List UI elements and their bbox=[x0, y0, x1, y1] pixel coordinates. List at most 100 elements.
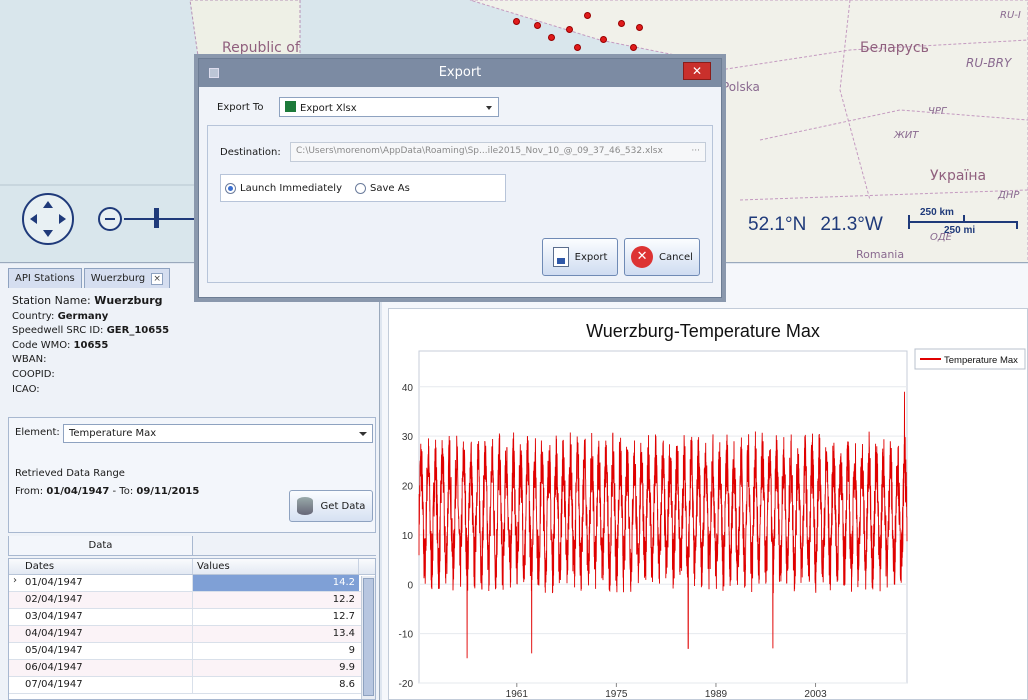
destination-field[interactable]: C:\Users\morenom\AppData\Roaming\Sp...il… bbox=[290, 142, 706, 162]
cell-value[interactable]: 14.2 bbox=[193, 575, 359, 591]
cell-date[interactable]: 03/04/1947 bbox=[21, 609, 193, 625]
browse-button[interactable]: ··· bbox=[691, 146, 700, 156]
export-format-dropdown[interactable]: Export Xlsx bbox=[279, 97, 499, 117]
chart-area: Wuerzburg-Temperature Max -20 -10 0 10 20 30 40… bbox=[388, 308, 1028, 700]
column-header-dates[interactable]: Dates bbox=[21, 559, 193, 574]
station-pin[interactable] bbox=[534, 22, 541, 29]
cell-date[interactable]: 07/04/1947 bbox=[21, 677, 193, 693]
get-data-button[interactable]: Get Data bbox=[289, 490, 373, 522]
station-pin[interactable] bbox=[618, 20, 625, 27]
src-id-value: GER_10655 bbox=[106, 325, 170, 337]
map-label-zhit: ЖИТ bbox=[894, 130, 919, 141]
chevron-down-icon[interactable] bbox=[486, 106, 492, 113]
station-pin[interactable] bbox=[584, 12, 591, 19]
y-tick-label: -10 bbox=[399, 630, 414, 641]
chart-panel: Data Wuerzburg-Temperature Max-20-100102… bbox=[382, 264, 1028, 700]
radio-save-as[interactable]: Save As bbox=[355, 183, 410, 194]
range-from: 01/04/1947 bbox=[46, 486, 110, 497]
table-row[interactable]: › 01/04/1947 14.2 bbox=[9, 575, 375, 592]
table-row[interactable]: 04/04/1947 13.4 bbox=[9, 626, 375, 643]
pan-down-icon[interactable] bbox=[43, 230, 53, 237]
scale-km-label: 250 km bbox=[920, 207, 954, 218]
zoom-out-button[interactable] bbox=[98, 207, 122, 231]
excel-icon bbox=[285, 101, 296, 112]
table-row[interactable]: 03/04/1947 12.7 bbox=[9, 609, 375, 626]
cell-value[interactable]: 9.9 bbox=[193, 660, 359, 676]
range-title: Retrieved Data Range bbox=[15, 468, 125, 479]
zoom-slider-thumb[interactable] bbox=[154, 208, 159, 228]
element-dropdown-value: Temperature Max bbox=[69, 428, 157, 439]
radio-unchecked-icon bbox=[355, 183, 366, 194]
zoom-slider-track[interactable] bbox=[124, 218, 204, 220]
element-dropdown[interactable]: Temperature Max bbox=[63, 424, 373, 443]
map-label-dnr: ДНР bbox=[998, 190, 1020, 201]
cell-date[interactable]: 06/04/1947 bbox=[21, 660, 193, 676]
station-pin[interactable] bbox=[600, 36, 607, 43]
destination-path: C:\Users\morenom\AppData\Roaming\Sp...il… bbox=[296, 146, 663, 156]
station-name-label: Station Name: bbox=[12, 294, 91, 307]
table-row[interactable]: 02/04/1947 12.2 bbox=[9, 592, 375, 609]
station-pin[interactable] bbox=[636, 24, 643, 31]
y-tick-label: 30 bbox=[402, 432, 414, 443]
range-to-label: - To: bbox=[112, 486, 134, 497]
coopid-label: COOPID: bbox=[12, 368, 55, 380]
row-indicator bbox=[9, 660, 21, 676]
coordinates-readout: 52.1°N 21.3°W bbox=[748, 214, 883, 236]
pan-left-icon[interactable] bbox=[30, 214, 37, 224]
export-format-value: Export Xlsx bbox=[300, 103, 357, 114]
scrollbar-thumb[interactable] bbox=[363, 578, 374, 696]
row-indicator bbox=[9, 626, 21, 642]
station-pin[interactable] bbox=[548, 34, 555, 41]
table-row[interactable]: 06/04/1947 9.9 bbox=[9, 660, 375, 677]
station-panel: API Stations Wuerzburg × Station Name: Wu… bbox=[0, 264, 380, 700]
cancel-icon: ✕ bbox=[631, 246, 654, 268]
data-grid[interactable]: Dates Values › 01/04/1947 14.2 02/04/1947 12… bbox=[8, 558, 376, 700]
map-label-ru-i: RU-I bbox=[1000, 10, 1021, 21]
cell-value[interactable]: 12.2 bbox=[193, 592, 359, 608]
export-button[interactable]: Export bbox=[542, 238, 618, 276]
chevron-down-icon[interactable] bbox=[359, 432, 367, 440]
tab-wuerzburg-label: Wuerzburg bbox=[90, 273, 146, 284]
station-pin[interactable] bbox=[574, 44, 581, 51]
row-indicator bbox=[9, 677, 21, 693]
column-header-values[interactable]: Values bbox=[193, 559, 359, 574]
close-tab-icon[interactable]: × bbox=[151, 272, 164, 285]
map-pan-control[interactable] bbox=[22, 193, 74, 245]
cell-date[interactable]: 01/04/1947 bbox=[21, 575, 193, 591]
y-tick-label: 10 bbox=[402, 531, 414, 542]
station-pin[interactable] bbox=[566, 26, 573, 33]
table-row[interactable]: 05/04/1947 9 bbox=[9, 643, 375, 660]
station-pin[interactable] bbox=[630, 44, 637, 51]
table-row[interactable]: 07/04/1947 8.6 bbox=[9, 677, 375, 694]
tab-api-stations[interactable]: API Stations bbox=[8, 268, 82, 288]
cell-value[interactable]: 9 bbox=[193, 643, 359, 659]
database-icon bbox=[296, 497, 313, 515]
cancel-button-label: Cancel bbox=[659, 251, 693, 263]
pan-right-icon[interactable] bbox=[59, 214, 66, 224]
cell-value[interactable]: 13.4 bbox=[193, 626, 359, 642]
get-data-label: Get Data bbox=[320, 500, 366, 512]
station-pin[interactable] bbox=[513, 18, 520, 25]
cell-value[interactable]: 12.7 bbox=[193, 609, 359, 625]
radio-launch-immediately[interactable]: Launch Immediately bbox=[225, 183, 342, 194]
close-icon[interactable]: ✕ bbox=[683, 62, 711, 80]
map-label-republic: Republic of bbox=[222, 40, 300, 56]
y-tick-label: 0 bbox=[407, 580, 413, 591]
grid-scrollbar[interactable] bbox=[361, 576, 375, 699]
tab-data[interactable]: Data bbox=[8, 536, 193, 556]
map-label-belarus: Беларусь bbox=[860, 40, 929, 56]
tab-wuerzburg[interactable]: Wuerzburg × bbox=[83, 268, 171, 288]
scale-mi-label: 250 mi bbox=[944, 225, 976, 236]
station-info: Station Name: Wuerzburg Country: Germany… bbox=[12, 294, 372, 397]
cell-date[interactable]: 04/04/1947 bbox=[21, 626, 193, 642]
country-label: Country: bbox=[12, 310, 55, 322]
export-button-label: Export bbox=[574, 251, 608, 263]
x-tick-label: 1975 bbox=[605, 689, 628, 699]
station-name: Wuerzburg bbox=[94, 294, 163, 307]
cancel-button[interactable]: ✕ Cancel bbox=[624, 238, 700, 276]
cell-date[interactable]: 05/04/1947 bbox=[21, 643, 193, 659]
cell-value[interactable]: 8.6 bbox=[193, 677, 359, 693]
pan-up-icon[interactable] bbox=[43, 201, 53, 208]
cell-date[interactable]: 02/04/1947 bbox=[21, 592, 193, 608]
element-group: Element: Temperature Max Retrieved Data … bbox=[8, 417, 376, 533]
